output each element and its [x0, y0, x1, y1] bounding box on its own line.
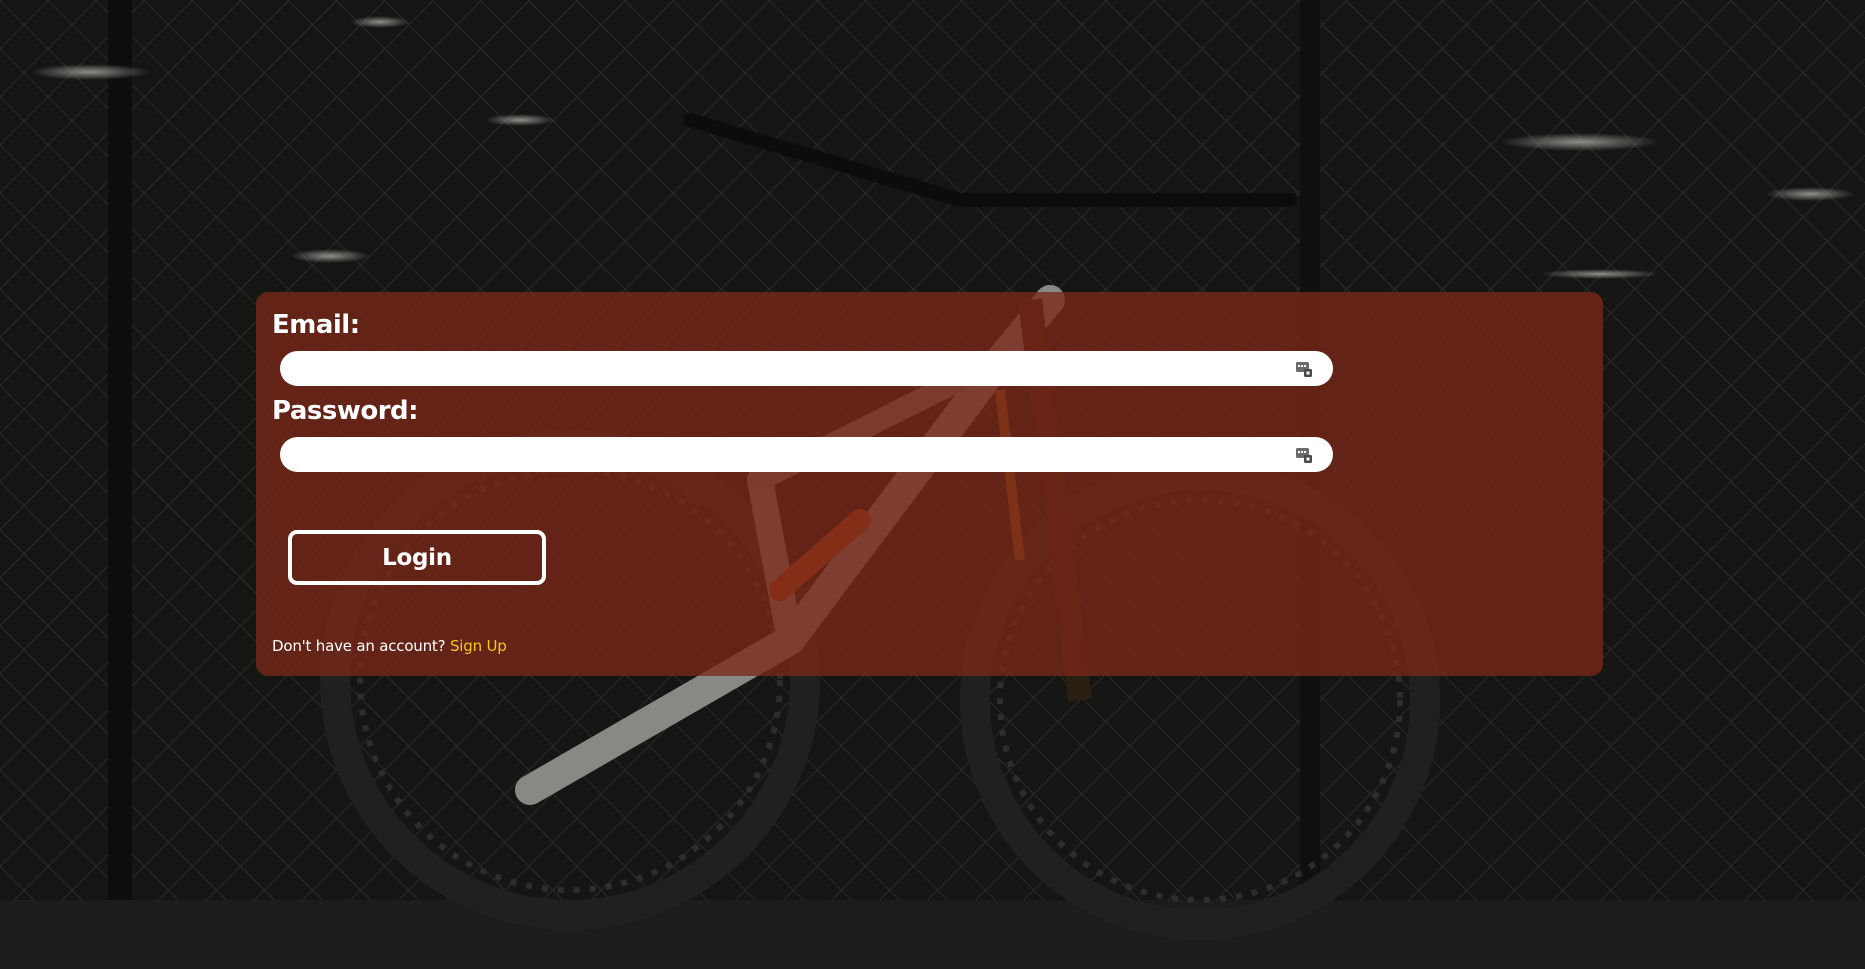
login-panel: Email: Password: Login Don't have an acc…: [256, 292, 1603, 676]
signup-link[interactable]: Sign Up: [450, 637, 507, 655]
email-field-wrapper: [280, 351, 1333, 386]
password-field[interactable]: [294, 437, 1284, 472]
password-manager-key-icon[interactable]: [1295, 446, 1313, 464]
signup-prompt-row: Don't have an account? Sign Up: [272, 637, 507, 655]
signup-prompt-text: Don't have an account?: [272, 637, 446, 655]
password-manager-key-icon[interactable]: [1295, 360, 1313, 378]
password-field-wrapper: [280, 437, 1333, 472]
login-button[interactable]: Login: [288, 530, 546, 585]
password-label: Password:: [272, 396, 419, 426]
email-field[interactable]: [294, 351, 1284, 386]
email-label: Email:: [272, 310, 360, 340]
